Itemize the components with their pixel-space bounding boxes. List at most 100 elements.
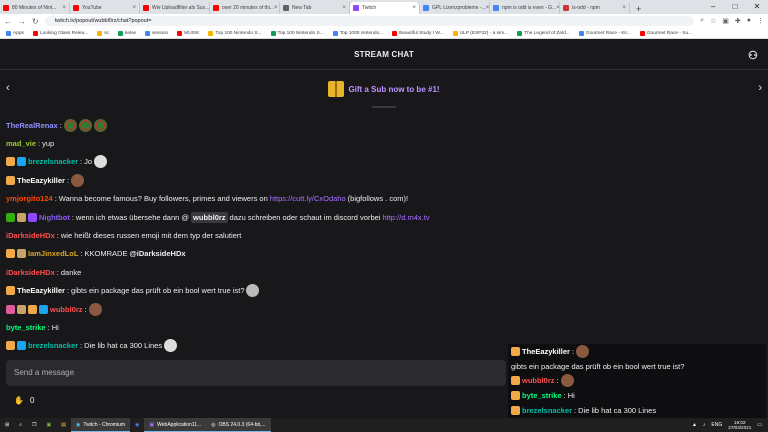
puzzle-icon[interactable]: ✚ — [735, 17, 741, 25]
search-icon[interactable]: ⌕ — [14, 418, 27, 432]
tier-badge-icon[interactable] — [6, 286, 15, 296]
tab-2[interactable]: Wie Uploadfilter als Sus...× — [140, 2, 210, 14]
prime-badge-icon[interactable] — [17, 341, 26, 351]
close-icon[interactable]: × — [412, 5, 416, 11]
chat-username[interactable]: mad_vie — [6, 139, 36, 148]
emote-icon[interactable] — [78, 118, 92, 132]
gift-badge-icon[interactable] — [17, 249, 26, 259]
emote-icon[interactable] — [93, 118, 107, 132]
close-window-button[interactable]: ✕ — [746, 0, 768, 14]
close-icon[interactable]: × — [342, 5, 346, 11]
tier-badge-icon[interactable] — [6, 249, 15, 259]
notification-icon[interactable]: ▭ — [757, 422, 762, 428]
close-icon[interactable]: × — [622, 5, 626, 11]
message-link[interactable]: http://d.m4x.tv — [382, 213, 429, 222]
menu-icon[interactable]: ⋮ — [757, 17, 764, 25]
maximize-button[interactable]: □ — [724, 0, 746, 14]
bookmark-item[interactable]: Gourmet Race - Kir... — [578, 30, 631, 36]
emote-icon[interactable] — [63, 118, 77, 132]
gift-banner[interactable]: ‹ Gift a Sub now to be #1! › — [0, 71, 768, 107]
mention[interactable]: @iDarksideHDx — [129, 249, 185, 258]
bookmark-item[interactable]: Beautiful Study / W... — [392, 30, 444, 36]
reload-icon[interactable]: ↻ — [32, 17, 39, 26]
chevron-right-icon[interactable]: › — [758, 82, 762, 94]
bookmark-item[interactable]: Gourmet Race - Su... — [639, 30, 692, 36]
bookmark-item[interactable]: sc — [97, 30, 109, 36]
tab-6[interactable]: GPL Lizenzprobleme -... × — [420, 2, 490, 14]
vip-badge-icon[interactable] — [6, 304, 15, 314]
gift-badge-icon[interactable] — [17, 212, 26, 222]
sub-badge-icon[interactable] — [28, 212, 37, 222]
users-icon[interactable]: ⚇ — [748, 49, 758, 62]
emote-icon[interactable] — [94, 155, 108, 169]
network-icon[interactable]: ▲ — [692, 422, 697, 428]
taskbar-app-icon[interactable]: ▣ — [42, 418, 57, 432]
bookmark-item[interactable]: Looking Glass Relea... — [32, 30, 88, 36]
chat-username[interactable]: brezelsnacker — [28, 341, 78, 350]
chat-username[interactable]: iDarksideHDx — [6, 268, 55, 277]
mod-badge-icon[interactable] — [6, 212, 15, 222]
bookmark-item[interactable]: The Legend of Zeld... — [517, 30, 570, 36]
bookmark-item[interactable]: session — [144, 30, 168, 36]
chrome-icon[interactable]: ◉ — [130, 418, 144, 432]
chat-username[interactable]: byte_strike — [6, 323, 46, 332]
tab-7[interactable]: npm is odd is even - G... × — [490, 2, 560, 14]
new-tab-button[interactable]: + — [630, 4, 647, 14]
chat-username[interactable]: ymjorgito124 — [6, 194, 53, 203]
bookmark-item[interactable]: Top 100 Nintendo S... — [208, 30, 262, 36]
extension-icon[interactable]: ▣ — [722, 17, 729, 25]
taskbar-app-twitch[interactable]: ◉ Twitch - Chromium — [70, 418, 131, 432]
tab-1[interactable]: YouTube × — [70, 2, 140, 14]
gift-badge-icon[interactable] — [17, 304, 26, 314]
tier-badge-icon[interactable] — [6, 175, 15, 185]
bookmark-item[interactable]: ULP (ESP32) - a sim... — [452, 30, 508, 36]
back-icon[interactable]: ← — [4, 17, 12, 26]
tab-0[interactable]: 80 Minutes of Nint... × — [0, 2, 70, 14]
message-link[interactable]: https://cutt.ly/CxOdaho — [270, 194, 346, 203]
volume-icon[interactable]: ♪ — [703, 422, 706, 428]
minimize-button[interactable]: – — [702, 0, 724, 14]
close-icon[interactable]: × — [486, 5, 489, 11]
bookmark-item[interactable]: Top 1000 nintendo... — [332, 30, 383, 36]
task-view-icon[interactable]: ❐ — [27, 418, 41, 432]
chat-username[interactable]: IamJinxedLoL — [28, 249, 78, 258]
emote-icon[interactable] — [71, 173, 85, 187]
drag-handle[interactable] — [372, 106, 396, 108]
close-icon[interactable]: × — [62, 5, 66, 11]
tab-5[interactable]: Twitch × — [350, 2, 420, 14]
folder-icon[interactable]: ▤ — [56, 418, 71, 432]
bookmark-item[interactable]: kekw — [118, 30, 136, 36]
bookmark-item[interactable]: MUSIK — [177, 30, 199, 36]
prime-badge-icon[interactable] — [39, 304, 48, 314]
chat-username[interactable]: wubbl0rz — [50, 305, 83, 314]
emote-icon[interactable] — [164, 339, 178, 353]
chevron-left-icon[interactable]: ‹ — [6, 82, 10, 94]
mention[interactable]: wubbl0rz — [191, 211, 228, 223]
tab-4[interactable]: New Tab × — [280, 2, 350, 14]
chat-input[interactable]: Send a message — [6, 360, 506, 386]
chat-username[interactable]: Nightbot — [39, 213, 70, 222]
language-indicator[interactable]: ENG — [711, 422, 722, 428]
close-icon[interactable]: × — [274, 5, 278, 11]
bookmark-item[interactable]: Apps — [6, 30, 24, 36]
chat-username[interactable]: TheEazykiller — [17, 286, 65, 295]
start-button[interactable]: ⊞ — [0, 418, 14, 432]
prime-badge-icon[interactable] — [17, 157, 26, 167]
chat-username[interactable]: iDarksideHDx — [6, 231, 55, 240]
tier-badge-icon[interactable] — [6, 157, 15, 167]
url-input[interactable]: twitch.tv/popout/wubbl0rz/chat?popout= — [44, 16, 695, 26]
close-icon[interactable]: × — [132, 5, 136, 11]
search-icon[interactable]: ⌕ — [700, 17, 704, 25]
forward-icon[interactable]: → — [18, 17, 26, 26]
bookmark-item[interactable]: Top 100 Nintendo S... — [270, 30, 324, 36]
tab-8[interactable]: is-odd - npm × — [560, 2, 630, 14]
emote-icon[interactable] — [246, 284, 260, 298]
emote-icon[interactable] — [88, 302, 102, 316]
star-icon[interactable]: ☆ — [710, 17, 716, 25]
chat-username[interactable]: TheEazykiller — [17, 176, 65, 185]
clock[interactable]: 16:02 27/03/2021 — [728, 420, 751, 430]
profile-icon[interactable]: ● — [747, 17, 751, 25]
tier-badge-icon[interactable] — [28, 304, 37, 314]
chat-username[interactable]: TheRealRenax — [6, 121, 58, 130]
chat-username[interactable]: brezelsnacker — [28, 157, 78, 166]
